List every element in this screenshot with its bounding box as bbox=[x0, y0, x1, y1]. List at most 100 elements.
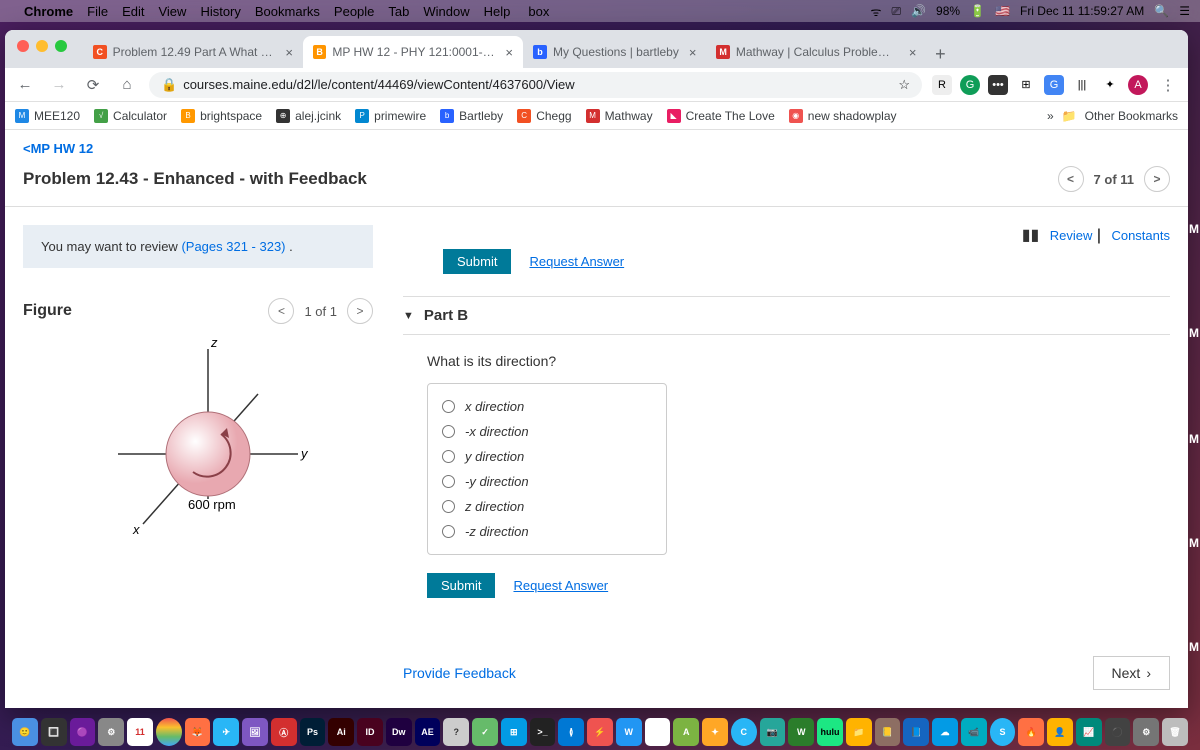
other-bookmarks[interactable]: Other Bookmarks bbox=[1085, 109, 1178, 123]
bookmark-bartleby[interactable]: bBartleby bbox=[440, 109, 503, 123]
back-button[interactable]: ← bbox=[13, 73, 37, 97]
screen-icon[interactable]: ⎚ bbox=[891, 4, 901, 19]
dock-ps[interactable]: Ps bbox=[300, 718, 326, 746]
ext-icon[interactable]: ••• bbox=[988, 75, 1008, 95]
profile-avatar[interactable]: A bbox=[1128, 75, 1148, 95]
dock-app[interactable]: 🔳 bbox=[41, 718, 67, 746]
tab-0[interactable]: C Problem 12.49 Part A What Is T × bbox=[83, 36, 303, 68]
menu-help[interactable]: Help bbox=[484, 4, 511, 19]
option-z[interactable]: z direction bbox=[442, 494, 652, 519]
dock-slack[interactable]: ✱ bbox=[645, 718, 671, 746]
bookmark-new-shadowplay[interactable]: ◉new shadowplay bbox=[789, 109, 897, 123]
close-icon[interactable]: × bbox=[285, 45, 293, 60]
dock-app[interactable]: 📷 bbox=[760, 718, 786, 746]
dock-skype[interactable]: S bbox=[990, 718, 1016, 746]
spotlight-icon[interactable]: 🔍 bbox=[1154, 4, 1169, 18]
wifi-icon[interactable]: ᯤ bbox=[871, 3, 882, 20]
bookmark-calculator[interactable]: √Calculator bbox=[94, 109, 167, 123]
next-problem-button[interactable]: > bbox=[1144, 166, 1170, 192]
menu-bookmarks[interactable]: Bookmarks bbox=[255, 4, 320, 19]
datetime[interactable]: Fri Dec 11 11:59:27 AM bbox=[1020, 4, 1144, 18]
tab-1[interactable]: B MP HW 12 - PHY 121:0001-Phy × bbox=[303, 36, 523, 68]
dock-app[interactable]: 📈 bbox=[1076, 718, 1102, 746]
dock-app[interactable]: 📘 bbox=[903, 718, 929, 746]
dock-ae[interactable]: AE bbox=[415, 718, 441, 746]
dock-app[interactable]: 📹 bbox=[961, 718, 987, 746]
close-icon[interactable]: × bbox=[505, 45, 513, 60]
part-b-header[interactable]: ▼ Part B bbox=[403, 296, 1170, 335]
bookmark-primewire[interactable]: Pprimewire bbox=[355, 109, 426, 123]
dock-hulu[interactable]: hulu bbox=[817, 718, 843, 746]
close-icon[interactable]: × bbox=[689, 45, 697, 60]
next-button[interactable]: Next› bbox=[1093, 656, 1170, 690]
dock-app[interactable]: ? bbox=[443, 718, 469, 746]
dock-id[interactable]: ID bbox=[357, 718, 383, 746]
figure-prev-button[interactable]: < bbox=[268, 298, 294, 324]
home-button[interactable]: ⌂ bbox=[115, 73, 139, 97]
dock-firefox[interactable]: 🦊 bbox=[185, 718, 211, 746]
dock-app[interactable]: 📁 bbox=[846, 718, 872, 746]
ext-icon[interactable]: G bbox=[960, 75, 980, 95]
option-neg-z[interactable]: -z direction bbox=[442, 519, 652, 544]
volume-icon[interactable]: 🔊 bbox=[911, 4, 926, 18]
new-tab-button[interactable]: + bbox=[926, 40, 954, 68]
menubar-app[interactable]: Chrome bbox=[24, 4, 73, 19]
request-answer-link-b[interactable]: Request Answer bbox=[513, 578, 608, 593]
breadcrumb-link[interactable]: <MP HW 12 bbox=[23, 141, 93, 156]
menu-icon[interactable]: ⋮ bbox=[1156, 73, 1180, 97]
menu-tab[interactable]: Tab bbox=[388, 4, 409, 19]
dock-app[interactable]: ⚙ bbox=[1133, 718, 1159, 746]
bookmark-alej[interactable]: ⊕alej.jcink bbox=[276, 109, 341, 123]
ext-icon[interactable]: ||| bbox=[1072, 75, 1092, 95]
dock-app[interactable]: A bbox=[673, 718, 699, 746]
extensions-icon[interactable]: ✦ bbox=[1100, 75, 1120, 95]
dock-vscode[interactable]: ≬ bbox=[558, 718, 584, 746]
dock-app[interactable]: ☁ bbox=[932, 718, 958, 746]
tab-2[interactable]: b My Questions | bartleby × bbox=[523, 36, 706, 68]
menu-history[interactable]: History bbox=[200, 4, 240, 19]
option-x[interactable]: x direction bbox=[442, 394, 652, 419]
forward-button[interactable]: → bbox=[47, 73, 71, 97]
option-neg-y[interactable]: -y direction bbox=[442, 469, 652, 494]
ext-icon[interactable]: ⊞ bbox=[1016, 75, 1036, 95]
dock-app[interactable]: C bbox=[731, 718, 757, 746]
bookmark-brightspace[interactable]: Bbrightspace bbox=[181, 109, 262, 123]
dock-app[interactable]: ⚡ bbox=[587, 718, 613, 746]
dock-word[interactable]: W bbox=[616, 718, 642, 746]
dock-app[interactable]: ✈ bbox=[213, 718, 239, 746]
menu-people[interactable]: People bbox=[334, 4, 374, 19]
dock-app[interactable]: 👤 bbox=[1047, 718, 1073, 746]
dock-app[interactable]: ✓ bbox=[472, 718, 498, 746]
dock-calendar[interactable]: 11 bbox=[127, 718, 153, 746]
dock-terminal[interactable]: >_ bbox=[530, 718, 556, 746]
dock-dw[interactable]: Dw bbox=[386, 718, 412, 746]
close-icon[interactable]: × bbox=[909, 45, 917, 60]
menu-view[interactable]: View bbox=[158, 4, 186, 19]
option-y[interactable]: y direction bbox=[442, 444, 652, 469]
dock-app[interactable]: 📒 bbox=[875, 718, 901, 746]
star-icon[interactable]: ☆ bbox=[898, 77, 910, 93]
bookmark-mee120[interactable]: MMEE120 bbox=[15, 109, 80, 123]
dock-finder[interactable]: 🙂 bbox=[12, 718, 38, 746]
menu-edit[interactable]: Edit bbox=[122, 4, 144, 19]
bookmark-create-the-love[interactable]: ◣Create The Love bbox=[667, 109, 775, 123]
constants-link[interactable]: Constants bbox=[1111, 228, 1170, 243]
minimize-window[interactable] bbox=[36, 40, 48, 52]
menu-file[interactable]: File bbox=[87, 4, 108, 19]
flag-icon[interactable]: 🇺🇸 bbox=[995, 4, 1010, 18]
reload-button[interactable]: ⟳ bbox=[81, 73, 105, 97]
dock-app[interactable]: W bbox=[788, 718, 814, 746]
dock-chrome[interactable] bbox=[156, 718, 182, 746]
tab-3[interactable]: M Mathway | Calculus Problem So × bbox=[706, 36, 926, 68]
control-center-icon[interactable]: ☰ bbox=[1179, 4, 1190, 18]
dock-app[interactable]: ⚙ bbox=[98, 718, 124, 746]
ext-icon[interactable]: R bbox=[932, 75, 952, 95]
provide-feedback-link[interactable]: Provide Feedback bbox=[403, 665, 516, 681]
figure-next-button[interactable]: > bbox=[347, 298, 373, 324]
dock-app[interactable]: ⊞ bbox=[501, 718, 527, 746]
menu-window[interactable]: Window bbox=[423, 4, 469, 19]
close-window[interactable] bbox=[17, 40, 29, 52]
bookmark-chegg[interactable]: CChegg bbox=[517, 109, 571, 123]
dock-app[interactable]: ⚫ bbox=[1105, 718, 1131, 746]
dock-app[interactable]: 🟣 bbox=[70, 718, 96, 746]
